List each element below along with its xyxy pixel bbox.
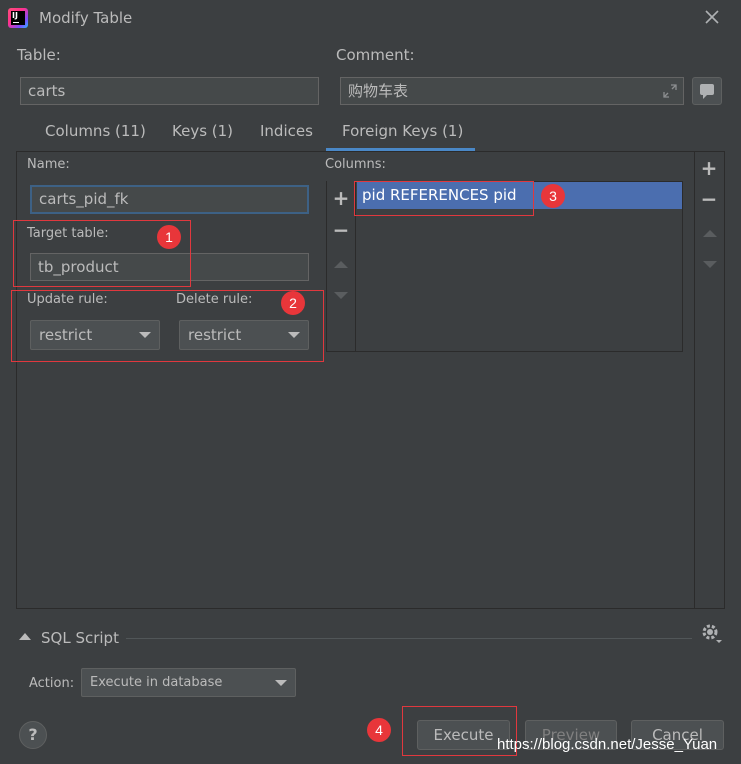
action-label: Action: bbox=[29, 676, 75, 691]
tab-indices[interactable]: Indices bbox=[260, 122, 313, 150]
close-icon[interactable] bbox=[702, 7, 722, 27]
add-icon[interactable]: + bbox=[331, 188, 351, 208]
chevron-down-icon bbox=[275, 680, 287, 686]
move-down-icon[interactable] bbox=[334, 292, 348, 299]
window-title: Modify Table bbox=[39, 9, 133, 27]
annotation-box-columns bbox=[354, 181, 534, 216]
action-value: Execute in database bbox=[90, 675, 223, 690]
columns-toolbar: + − bbox=[326, 181, 356, 352]
comment-input[interactable]: 购物车表 bbox=[340, 77, 684, 105]
collapse-icon[interactable] bbox=[19, 633, 31, 640]
table-name-input[interactable]: carts bbox=[20, 77, 319, 105]
speech-bubble-icon bbox=[700, 84, 714, 99]
move-down-icon[interactable] bbox=[703, 261, 717, 268]
remove-foreign-key-icon[interactable]: − bbox=[699, 189, 719, 209]
expand-icon[interactable] bbox=[663, 84, 677, 98]
fk-name-input[interactable]: carts_pid_fk bbox=[30, 185, 309, 214]
gear-icon[interactable] bbox=[700, 622, 724, 644]
annotation-badge-3: 3 bbox=[541, 184, 565, 208]
remove-icon[interactable]: − bbox=[331, 220, 351, 240]
annotation-badge-4: 4 bbox=[367, 718, 391, 742]
annotation-badge-2: 2 bbox=[281, 291, 305, 315]
annotation-badge-1: 1 bbox=[157, 225, 181, 249]
tab-foreign-keys[interactable]: Foreign Keys (1) bbox=[342, 122, 463, 150]
comment-label: Comment: bbox=[336, 46, 415, 64]
action-select[interactable]: Execute in database bbox=[81, 668, 296, 697]
help-button[interactable]: ? bbox=[19, 721, 47, 749]
sql-section-divider bbox=[126, 638, 692, 639]
tab-keys[interactable]: Keys (1) bbox=[172, 122, 233, 150]
foreign-keys-toolbar: + − bbox=[694, 152, 724, 608]
comment-editor-button[interactable] bbox=[692, 77, 722, 105]
move-up-icon[interactable] bbox=[334, 261, 348, 268]
comment-value: 购物车表 bbox=[348, 82, 409, 100]
sql-script-toggle[interactable]: SQL Script bbox=[41, 629, 119, 647]
tab-columns[interactable]: Columns (11) bbox=[45, 122, 146, 150]
table-label: Table: bbox=[17, 46, 61, 64]
intellij-app-icon: IJ bbox=[8, 8, 28, 28]
columns-label: Columns: bbox=[325, 157, 386, 172]
watermark-text: https://blog.csdn.net/Jesse_Yuan bbox=[497, 736, 718, 753]
add-foreign-key-icon[interactable]: + bbox=[699, 158, 719, 178]
move-up-icon[interactable] bbox=[703, 230, 717, 237]
fk-name-label: Name: bbox=[27, 157, 70, 172]
annotation-box-rules bbox=[11, 290, 324, 362]
